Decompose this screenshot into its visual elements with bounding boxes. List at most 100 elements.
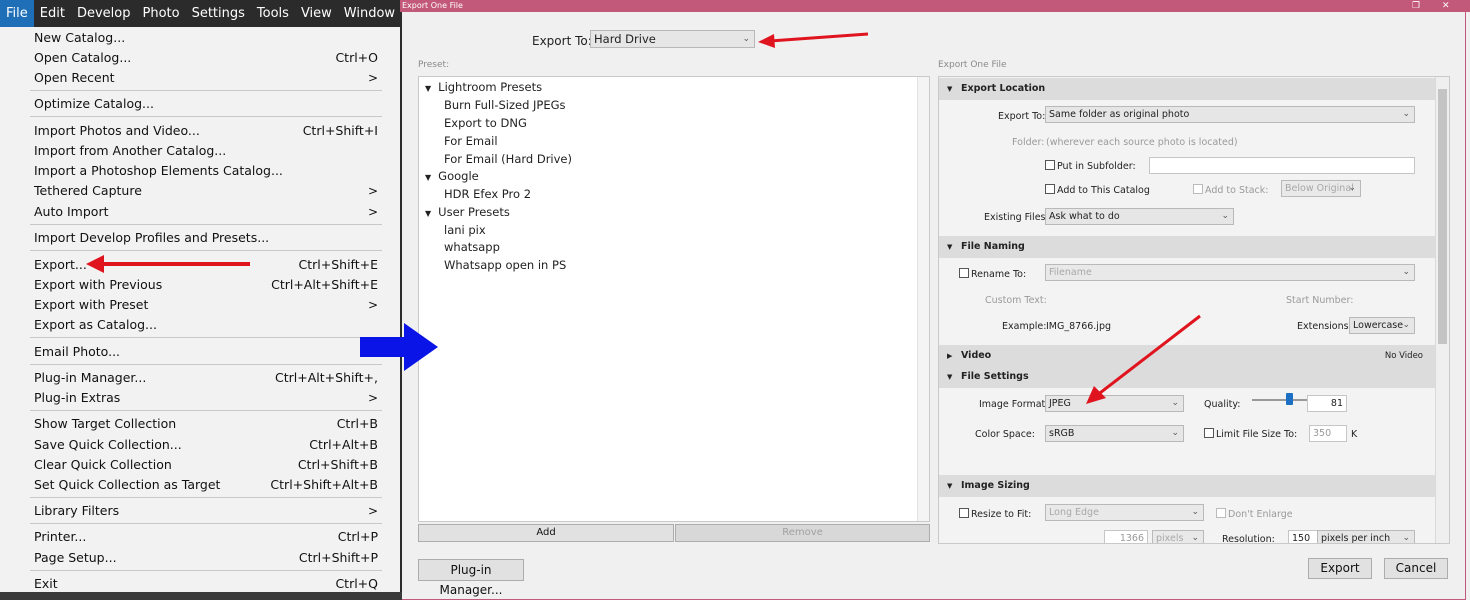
location-export-to-label: Export To:	[998, 111, 1046, 122]
menu-item-import-another-catalog[interactable]: Import from Another Catalog...	[34, 141, 380, 161]
extensions-dropdown[interactable]: Lowercase ⌄	[1349, 317, 1415, 334]
preset-group-lightroom[interactable]: ▼ Lightroom Presets	[425, 78, 542, 96]
menu-item-set-quick-collection-target[interactable]: Set Quick Collection as Target Ctrl+Shift…	[34, 475, 380, 495]
scrollbar-thumb[interactable]	[1438, 89, 1447, 344]
menu-file[interactable]: File	[0, 0, 34, 27]
chevron-down-icon: ⌄	[1221, 211, 1229, 221]
menu-item-plugin-extras[interactable]: Plug-in Extras >	[34, 388, 380, 408]
rename-checkbox[interactable]: Rename To:	[959, 268, 1026, 280]
menu-view[interactable]: View	[295, 0, 338, 27]
close-icon[interactable]: ✕	[1442, 0, 1450, 12]
color-space-dropdown[interactable]: sRGB ⌄	[1045, 425, 1184, 442]
plugin-manager-button[interactable]: Plug-in Manager...	[418, 559, 524, 597]
menu-separator	[30, 570, 382, 571]
add-to-stack-checkbox[interactable]: Add to Stack:	[1193, 184, 1268, 196]
preset-item[interactable]: Burn Full-Sized JPEGs	[444, 96, 566, 114]
quality-slider-thumb[interactable]	[1286, 393, 1294, 405]
menu-item-optimize-catalog[interactable]: Optimize Catalog...	[34, 94, 380, 114]
restore-icon[interactable]: ❐	[1412, 0, 1420, 12]
preset-item[interactable]: HDR Efex Pro 2	[444, 185, 531, 203]
menu-item-save-quick-collection[interactable]: Save Quick Collection... Ctrl+Alt+B	[34, 435, 380, 455]
preset-item[interactable]: whatsapp	[444, 238, 500, 256]
section-export-location[interactable]: ▼ Export Location	[939, 78, 1435, 100]
add-to-catalog-checkbox[interactable]: Add to This Catalog	[1045, 184, 1150, 196]
chevron-down-icon: ⌄	[1402, 267, 1410, 277]
quality-input[interactable]: 81	[1307, 395, 1347, 412]
preset-group-google[interactable]: ▼ Google	[425, 167, 479, 185]
menu-item-export-as-catalog[interactable]: Export as Catalog...	[34, 315, 380, 335]
blue-arrow-right-icon	[360, 323, 438, 371]
chevron-right-icon: >	[367, 184, 378, 198]
preset-item[interactable]: lani pix	[444, 221, 486, 239]
settings-scrollbar[interactable]	[1435, 77, 1449, 543]
cancel-button[interactable]: Cancel	[1384, 558, 1448, 579]
menu-item-page-setup[interactable]: Page Setup... Ctrl+Shift+P	[34, 548, 380, 568]
preset-item[interactable]: Whatsapp open in PS	[444, 256, 566, 274]
resize-mode-dropdown[interactable]: Long Edge ⌄	[1045, 504, 1204, 521]
checkbox-icon	[959, 508, 969, 518]
menu-item-printer[interactable]: Printer... Ctrl+P	[34, 527, 380, 547]
stack-position-dropdown[interactable]: Below Original ⌄	[1281, 180, 1361, 197]
resize-dimension-input[interactable]: 1366	[1104, 530, 1148, 543]
extensions-label: Extensions:	[1297, 321, 1352, 332]
menu-item-import-elements-catalog[interactable]: Import a Photoshop Elements Catalog...	[34, 161, 380, 181]
checkbox-icon	[1045, 184, 1055, 194]
menu-separator	[30, 497, 382, 498]
preset-item[interactable]: For Email	[444, 132, 498, 150]
resize-to-fit-checkbox[interactable]: Resize to Fit:	[959, 508, 1031, 520]
menu-item-import-photos[interactable]: Import Photos and Video... Ctrl+Shift+I	[34, 121, 380, 141]
menu-separator	[30, 337, 382, 338]
subfolder-checkbox[interactable]: Put in Subfolder:	[1045, 160, 1136, 172]
preset-tree: ▼ Lightroom Presets Burn Full-Sized JPEGs…	[418, 76, 930, 522]
menu-item-open-recent[interactable]: Open Recent >	[34, 68, 380, 88]
quality-slider-track[interactable]	[1252, 399, 1310, 401]
folder-label: Folder:	[1012, 137, 1045, 148]
preset-scrollbar[interactable]	[917, 77, 929, 521]
menu-item-clear-quick-collection[interactable]: Clear Quick Collection Ctrl+Shift+B	[34, 455, 380, 475]
expand-triangle-icon: ▼	[425, 173, 432, 182]
resize-unit-dropdown[interactable]: pixels ⌄	[1152, 530, 1204, 543]
preset-item[interactable]: Export to DNG	[444, 114, 527, 132]
menu-item-open-catalog[interactable]: Open Catalog... Ctrl+O	[34, 48, 380, 68]
export-to-dropdown[interactable]: Hard Drive ⌄	[590, 30, 755, 48]
preset-item[interactable]: For Email (Hard Drive)	[444, 150, 572, 168]
menu-settings[interactable]: Settings	[186, 0, 251, 27]
expand-triangle-icon: ▼	[947, 482, 953, 490]
existing-files-dropdown[interactable]: Ask what to do ⌄	[1045, 208, 1234, 225]
add-preset-button[interactable]: Add	[418, 524, 674, 542]
menu-tools[interactable]: Tools	[251, 0, 295, 27]
subfolder-input[interactable]	[1149, 157, 1415, 174]
section-file-naming[interactable]: ▼ File Naming	[939, 236, 1435, 258]
menu-separator	[30, 364, 382, 365]
menu-item-exit[interactable]: Exit Ctrl+Q	[34, 574, 380, 594]
limit-file-size-input[interactable]: 350	[1309, 425, 1347, 442]
preset-group-user[interactable]: ▼ User Presets	[425, 203, 510, 221]
export-button[interactable]: Export	[1308, 558, 1372, 579]
menu-item-email-photo[interactable]: Email Photo...	[34, 342, 380, 362]
menu-item-export-with-previous[interactable]: Export with Previous Ctrl+Alt+Shift+E	[34, 275, 380, 295]
menu-item-new-catalog[interactable]: New Catalog...	[34, 28, 380, 48]
menu-item-import-develop-profiles[interactable]: Import Develop Profiles and Presets...	[34, 228, 380, 248]
menu-window[interactable]: Window	[338, 0, 401, 27]
expand-triangle-icon: ▼	[425, 84, 432, 93]
location-export-to-dropdown[interactable]: Same folder as original photo ⌄	[1045, 106, 1415, 123]
menu-item-plugin-manager[interactable]: Plug-in Manager... Ctrl+Alt+Shift+,	[34, 368, 380, 388]
chevron-right-icon: >	[367, 298, 378, 312]
menu-item-show-target-collection[interactable]: Show Target Collection Ctrl+B	[34, 414, 380, 434]
menu-separator	[30, 116, 382, 117]
menu-item-auto-import[interactable]: Auto Import >	[34, 202, 380, 222]
limit-file-size-checkbox[interactable]: Limit File Size To:	[1204, 428, 1297, 440]
section-image-sizing[interactable]: ▼ Image Sizing	[939, 475, 1435, 497]
dont-enlarge-checkbox[interactable]: Don't Enlarge	[1216, 508, 1293, 520]
menu-item-tethered-capture[interactable]: Tethered Capture >	[34, 181, 380, 201]
resolution-unit-dropdown[interactable]: pixels per inch ⌄	[1317, 530, 1415, 543]
menu-develop[interactable]: Develop	[71, 0, 137, 27]
menu-photo[interactable]: Photo	[136, 0, 185, 27]
custom-text-label: Custom Text:	[985, 295, 1047, 306]
menu-item-library-filters[interactable]: Library Filters >	[34, 501, 380, 521]
menu-edit[interactable]: Edit	[34, 0, 71, 27]
menu-item-export-with-preset[interactable]: Export with Preset >	[34, 295, 380, 315]
remove-preset-button[interactable]: Remove	[675, 524, 930, 542]
image-format-label: Image Format:	[979, 399, 1049, 410]
rename-template-dropdown[interactable]: Filename ⌄	[1045, 264, 1415, 281]
